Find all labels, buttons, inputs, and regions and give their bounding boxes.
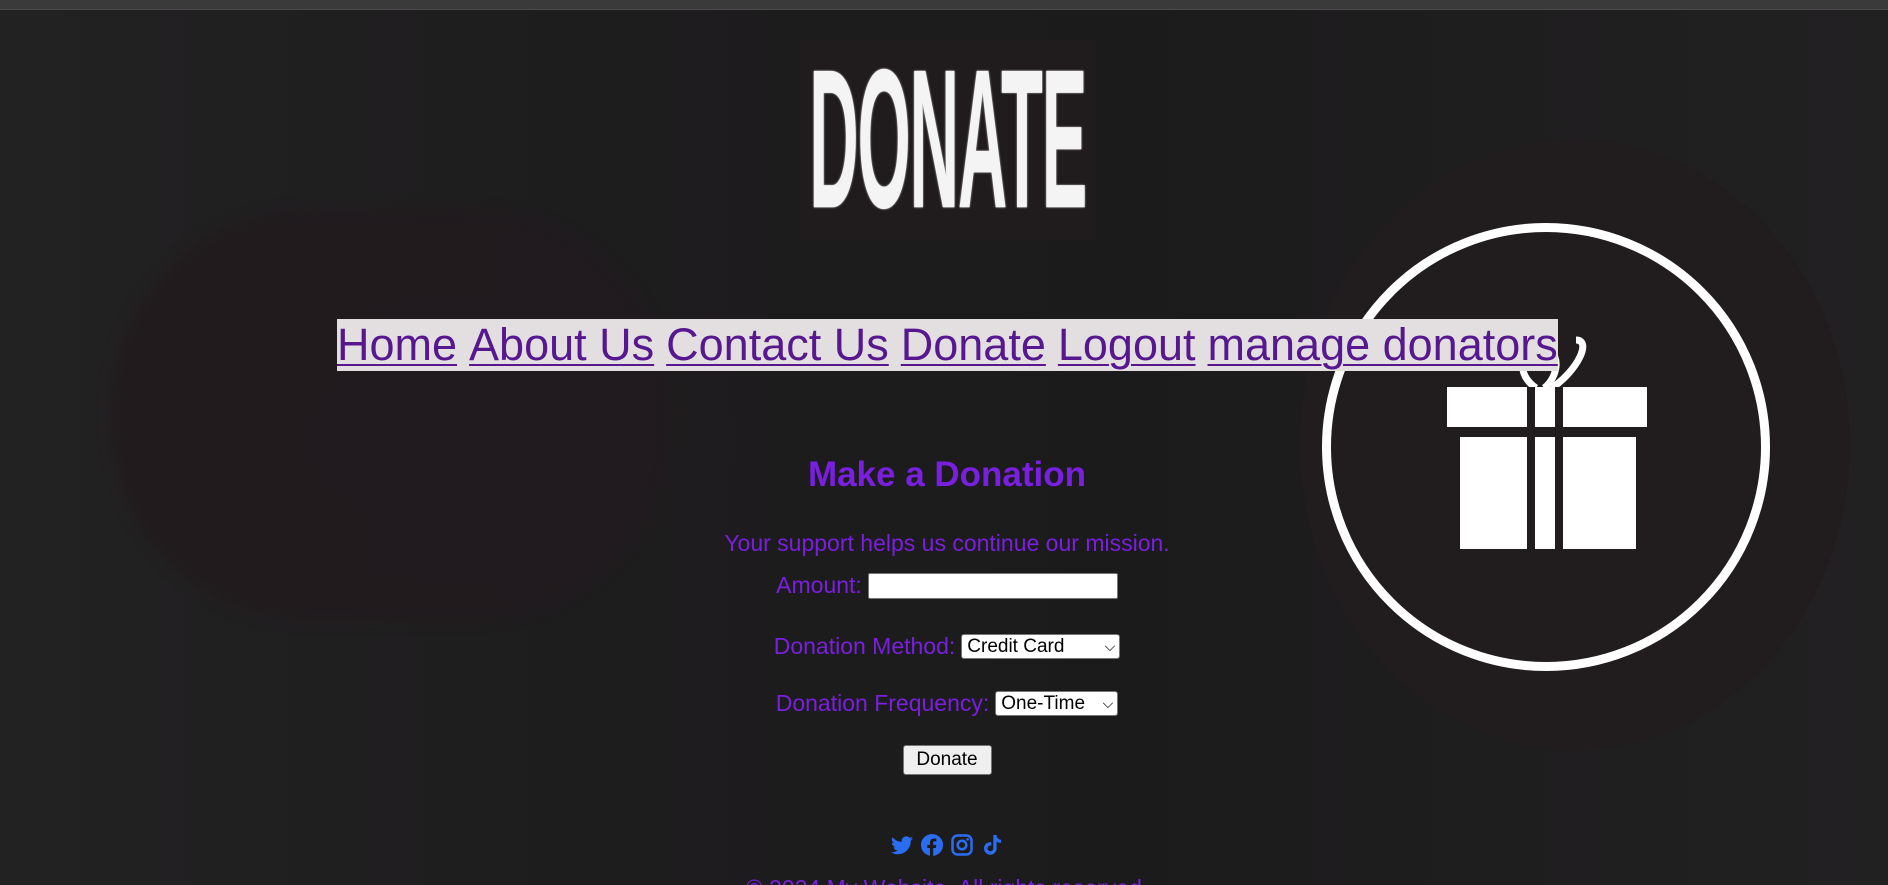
donation-frequency-value: One-Time [1001, 692, 1086, 714]
browser-top-bar [0, 0, 1888, 10]
method-row: Donation Method: Credit Card ⌵ [0, 633, 1888, 660]
amount-input[interactable] [867, 572, 1118, 599]
donate-button[interactable]: Donate [902, 745, 992, 775]
page-title: Make a Donation [807, 455, 1087, 494]
facebook-icon[interactable] [920, 833, 944, 857]
amount-label: Amount: [776, 572, 862, 598]
chevron-down-icon: ⌵ [1104, 638, 1116, 654]
instagram-icon[interactable] [950, 833, 974, 857]
nav-contact-us-link[interactable]: Contact Us [666, 320, 889, 370]
logo-text: DONATE [809, 40, 1088, 240]
donation-method-value: Credit Card [967, 635, 1065, 657]
nav-logout-link[interactable]: Logout [1058, 320, 1196, 370]
donation-method-label: Donation Method: [773, 633, 956, 659]
donate-button-row: Donate [0, 745, 1888, 775]
donation-method-select[interactable]: Credit Card ⌵ [961, 634, 1121, 659]
donation-frequency-select[interactable]: One-Time ⌵ [995, 691, 1119, 716]
nav-donate-link[interactable]: Donate [901, 320, 1046, 370]
nav-manage-donators-link[interactable]: manage donators [1208, 320, 1558, 370]
donation-frequency-label: Donation Frequency: [775, 690, 990, 716]
twitter-icon[interactable] [890, 833, 914, 857]
social-links [0, 833, 1888, 857]
tiktok-icon[interactable] [980, 833, 1004, 857]
logo: DONATE [800, 40, 1096, 240]
footer-copyright: © 2024 My Website. All rights reserved. [0, 875, 1888, 885]
frequency-row: Donation Frequency: One-Time ⌵ [0, 690, 1888, 717]
amount-row: Amount: [0, 572, 1888, 599]
chevron-down-icon: ⌵ [1102, 695, 1114, 711]
nav-about-us-link[interactable]: About Us [469, 320, 654, 370]
background-decoration [110, 210, 670, 620]
page-subtitle: Your support helps us continue our missi… [724, 530, 1170, 556]
main-nav: Home About Us Contact Us Donate Logout m… [337, 319, 1558, 371]
nav-home-link[interactable]: Home [337, 320, 457, 370]
